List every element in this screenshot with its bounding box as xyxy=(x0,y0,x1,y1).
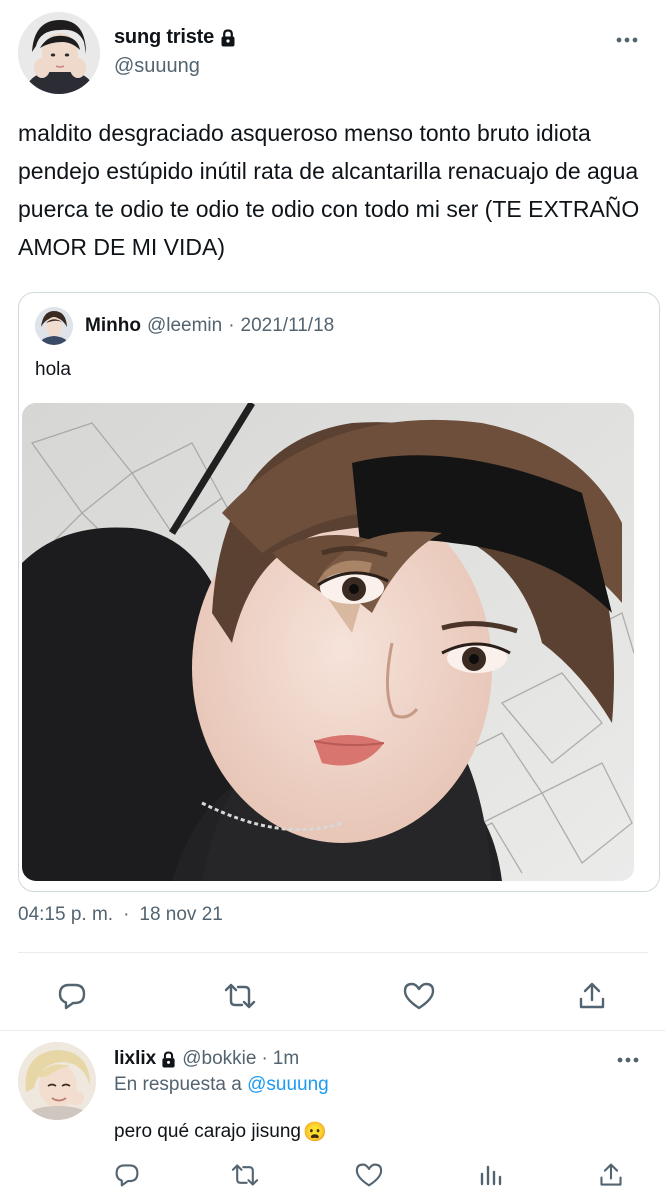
lock-icon xyxy=(220,28,236,47)
share-icon[interactable] xyxy=(574,978,610,1014)
quoted-tweet-photo[interactable] xyxy=(22,403,634,881)
tweet-date: 18 nov 21 xyxy=(139,904,223,925)
quoted-date: 2021/11/18 xyxy=(240,315,335,336)
reply-action-bar xyxy=(0,1156,665,1196)
quoted-author-avatar[interactable] xyxy=(35,307,73,345)
quoted-author-name[interactable]: Minho xyxy=(85,315,141,337)
retweet-icon[interactable] xyxy=(222,978,258,1014)
reply-icon[interactable] xyxy=(54,978,90,1014)
quoted-meta-separator: · xyxy=(228,315,235,336)
reply-tweet[interactable]: lixlix @bokkie · 1m En respuesta a @suuu… xyxy=(0,1034,665,1200)
reply-text: pero qué carajo jisung 😦 xyxy=(114,1120,327,1144)
tweet-timestamp[interactable]: 04:15 p. m. · 18 nov 21 xyxy=(18,904,223,926)
author-block: sung triste @suuung xyxy=(114,26,236,78)
tweet-time: 04:15 p. m. xyxy=(18,904,114,925)
quoted-tweet-text: hola xyxy=(35,359,71,380)
replying-to-line: En respuesta a @suuung xyxy=(114,1074,329,1096)
divider xyxy=(0,1030,665,1031)
reply-text-content: pero qué carajo jisung xyxy=(114,1121,301,1142)
frowning-face-emoji: 😦 xyxy=(302,1122,327,1143)
reply-author-avatar[interactable] xyxy=(18,1042,96,1120)
analytics-icon[interactable] xyxy=(476,1160,506,1190)
reply-author-name-text: lixlix xyxy=(114,1048,157,1069)
author-name-text: sung triste xyxy=(114,26,215,48)
more-options-icon[interactable] xyxy=(612,30,642,50)
reply-time[interactable]: 1m xyxy=(273,1048,299,1070)
reply-header: lixlix @bokkie · 1m xyxy=(114,1048,299,1070)
like-icon[interactable] xyxy=(354,1160,384,1190)
retweet-icon[interactable] xyxy=(230,1160,260,1190)
share-icon[interactable] xyxy=(596,1160,626,1190)
author-name[interactable]: sung triste xyxy=(114,26,236,49)
replying-to-prefix: En respuesta a xyxy=(114,1074,242,1095)
quoted-tweet[interactable]: Minho @leemin · 2021/11/18 hola xyxy=(18,292,660,892)
reply-author-name[interactable]: lixlix xyxy=(114,1048,176,1070)
lock-icon xyxy=(161,1050,176,1068)
reply-author-handle[interactable]: @bokkie xyxy=(182,1048,256,1070)
author-handle[interactable]: @suuung xyxy=(114,55,236,78)
tweet-action-bar xyxy=(0,970,665,1020)
divider xyxy=(18,952,648,953)
quoted-author-handle[interactable]: @leemin xyxy=(147,315,222,337)
quoted-tweet-header: Minho @leemin · 2021/11/18 xyxy=(35,307,334,345)
reply-icon[interactable] xyxy=(112,1160,142,1190)
tweet-header: sung triste @suuung xyxy=(18,12,648,98)
author-avatar[interactable] xyxy=(18,12,100,94)
replying-to-mention[interactable]: @suuung xyxy=(247,1074,329,1095)
timestamp-separator: · xyxy=(123,904,130,925)
tweet-text: maldito desgraciado asqueroso menso tont… xyxy=(18,120,640,260)
reply-meta-separator: · xyxy=(261,1048,268,1069)
reply-more-options-icon[interactable] xyxy=(613,1050,643,1070)
like-icon[interactable] xyxy=(401,978,437,1014)
